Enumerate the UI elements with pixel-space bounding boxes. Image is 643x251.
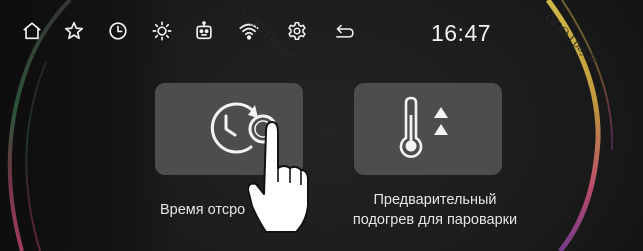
star-icon[interactable]	[62, 19, 86, 43]
device-screen: 16:47 Время отсро Предварительный подогр…	[0, 0, 643, 251]
steamer-preheat-tile[interactable]	[354, 83, 502, 175]
preheat-label-line-2: подогрев для пароварки	[352, 212, 518, 228]
steamer-preheat-label: Предварительный подогрев для пароварки	[340, 190, 530, 230]
sun-icon[interactable]	[150, 19, 174, 43]
back-arrow-icon[interactable]	[330, 19, 360, 43]
status-time: 16:47	[430, 20, 492, 46]
robot-icon[interactable]	[192, 19, 216, 43]
thermometer-icon	[399, 96, 448, 158]
gear-icon[interactable]	[285, 19, 309, 43]
preheat-label-line-1: Предварительный	[373, 192, 497, 208]
clock-icon[interactable]	[106, 19, 130, 43]
pointing-hand-icon	[248, 121, 309, 233]
home-icon[interactable]	[20, 19, 44, 43]
